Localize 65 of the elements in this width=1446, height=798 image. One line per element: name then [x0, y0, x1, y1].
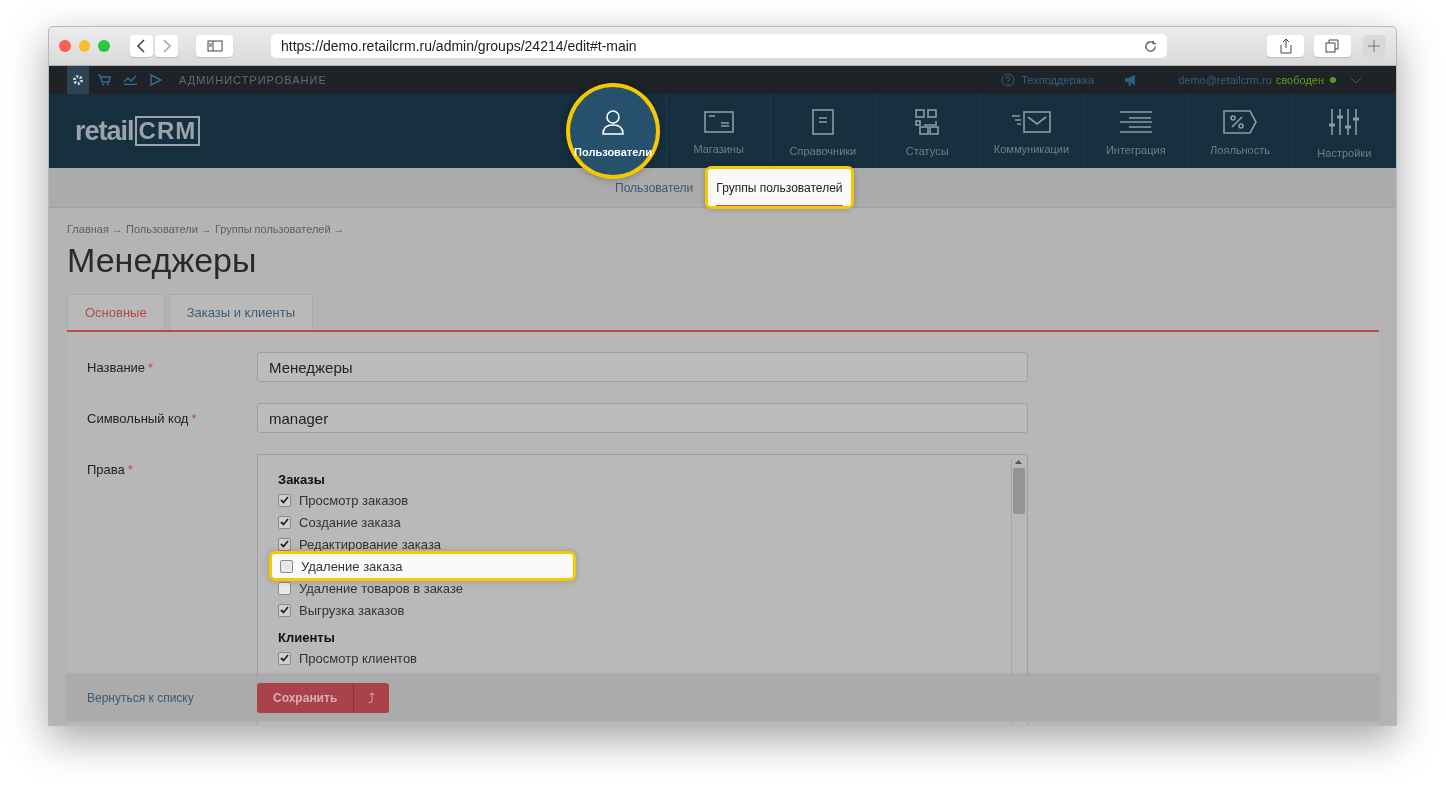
group-heading: Заказы	[278, 470, 326, 489]
user-status: свободен	[1275, 74, 1324, 86]
logo[interactable]: retail CRM	[75, 115, 561, 147]
scroll-thumb[interactable]	[1012, 468, 1025, 514]
plus-icon	[1368, 40, 1381, 52]
nav-icon	[1329, 107, 1360, 137]
back-link[interactable]: Вернуться к списку	[87, 691, 257, 705]
subnav-link[interactable]: Пользователи	[611, 180, 698, 195]
sidebar-icon	[206, 40, 223, 52]
close-button[interactable]	[59, 40, 71, 52]
chevron-left-icon	[136, 39, 147, 53]
back-button[interactable]	[129, 35, 154, 57]
user-email[interactable]: demo@retailcrm.ru	[1178, 74, 1272, 86]
chevron-right-icon	[161, 39, 172, 53]
tab[interactable]: Основные	[67, 294, 165, 330]
input-field[interactable]: Менеджеры	[257, 352, 1028, 382]
address-bar[interactable]: https://demo.retailcrm.ru/admin/groups/24214/edit#t-main	[271, 34, 1168, 58]
chevron-down-icon[interactable]	[1350, 76, 1362, 84]
share-icon	[1279, 38, 1292, 54]
permission-option[interactable]: Удаление заказа	[269, 551, 576, 581]
share-button[interactable]	[1267, 35, 1305, 57]
checkbox[interactable]	[278, 537, 291, 551]
breadcrumb: Главная → Пользователи → Группы пользователей →	[67, 223, 346, 235]
nav-icon	[1011, 111, 1052, 133]
tab[interactable]: Заказы и клиенты	[168, 294, 313, 330]
support-link[interactable]: Техподдержка	[1021, 74, 1095, 86]
field-label: Права *	[87, 461, 134, 477]
checkbox[interactable]	[278, 651, 291, 665]
save-options-button[interactable]: ⤴	[353, 683, 390, 713]
tabs-button[interactable]	[1314, 35, 1351, 57]
permission-option[interactable]: Выгрузка заказов	[278, 599, 405, 621]
new-tab-button[interactable]	[1362, 35, 1386, 57]
checkbox[interactable]	[278, 603, 291, 617]
zoom-button[interactable]	[98, 40, 110, 52]
checkbox[interactable]	[280, 559, 293, 573]
required-mark: *	[191, 411, 197, 426]
tabs-icon	[1325, 39, 1340, 53]
subnav-link[interactable]: Группы пользователей	[705, 166, 854, 209]
nav-icon	[1118, 110, 1153, 134]
nav-icon	[703, 111, 734, 133]
permission-option[interactable]: Создание заказа	[278, 511, 401, 533]
sidebar-button[interactable]	[196, 35, 233, 57]
scroll-up-icon[interactable]	[1015, 459, 1022, 464]
field-label: Символьный код *	[87, 410, 198, 426]
group-heading: Клиенты	[278, 628, 336, 647]
input-field[interactable]: manager	[257, 403, 1028, 433]
nav-icon	[600, 108, 627, 136]
field-label: Название *	[87, 359, 155, 375]
required-mark: *	[127, 462, 133, 477]
permission-option[interactable]: Просмотр клиентов	[278, 647, 417, 669]
gear-icon[interactable]	[67, 66, 89, 94]
nav-icon	[914, 109, 941, 135]
page-title: Менеджеры	[67, 241, 258, 280]
nav-icon	[1223, 110, 1258, 134]
section-title: АДМИНИСТРИРОВАНИЕ	[179, 74, 327, 86]
checkbox[interactable]	[278, 581, 291, 595]
help-icon[interactable]	[1001, 73, 1016, 87]
nav-icon	[811, 109, 834, 135]
status-dot-icon	[1330, 77, 1336, 83]
checkbox[interactable]	[278, 515, 291, 529]
checkbox[interactable]	[278, 493, 291, 507]
permission-option[interactable]: Просмотр заказов	[278, 489, 409, 511]
reload-icon[interactable]	[1144, 39, 1158, 53]
save-button[interactable]: Сохранить	[257, 683, 354, 713]
required-mark: *	[148, 360, 154, 375]
